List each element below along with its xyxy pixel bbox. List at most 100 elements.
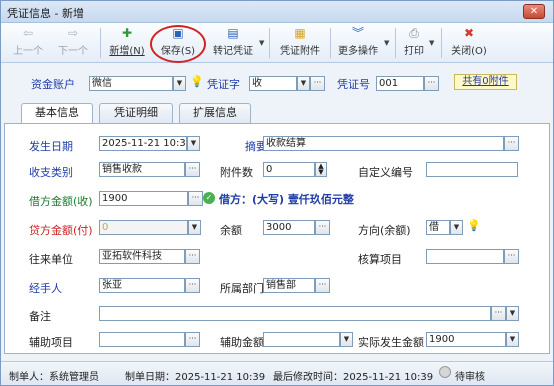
balance-label: 余额 bbox=[220, 224, 242, 237]
aux-item-label: 辅助项目 bbox=[29, 336, 73, 349]
more-actions-button[interactable]: ︾ 更多操作 bbox=[335, 26, 381, 60]
debit-label: 借方金额(收) bbox=[29, 195, 93, 208]
convert-icon: ▤ bbox=[227, 26, 239, 40]
audit-item-label: 核算项目 bbox=[358, 253, 402, 266]
attachments-label: 附件数 bbox=[220, 166, 253, 179]
create-date-text: 制单日期：2025-11-21 10:39 bbox=[125, 372, 266, 383]
aux-item-more-button[interactable]: ··· bbox=[185, 332, 200, 347]
more-dropdown-icon[interactable]: ▼ bbox=[384, 39, 389, 47]
print-button[interactable]: ⎙ 打印 bbox=[401, 26, 427, 60]
prev-label: 上一个 bbox=[13, 46, 43, 57]
direction-dropdown[interactable]: ▼ bbox=[450, 220, 463, 235]
partner-label: 往来单位 bbox=[29, 253, 73, 266]
next-button[interactable]: ⇨ 下一个 bbox=[53, 26, 93, 60]
add-button[interactable]: ✚ 新增(N) bbox=[105, 26, 149, 60]
category-more-button[interactable]: ··· bbox=[185, 162, 200, 177]
voucher-word-dropdown[interactable]: ▼ bbox=[297, 76, 310, 91]
balance-field[interactable]: 3000 bbox=[263, 220, 315, 235]
close-icon: ✖ bbox=[463, 26, 475, 40]
actual-amount-label: 实际发生金额 bbox=[358, 336, 424, 349]
account-label: 资金账户 bbox=[31, 78, 75, 91]
close-label: 关闭(O) bbox=[451, 46, 487, 57]
arrow-right-icon: ⇨ bbox=[67, 26, 79, 40]
print-label: 打印 bbox=[404, 46, 424, 57]
credit-field[interactable]: 0 bbox=[99, 220, 188, 235]
actual-amount-field[interactable]: 1900 bbox=[426, 332, 506, 347]
balance-more-button[interactable]: ··· bbox=[315, 220, 330, 235]
voucher-no-field[interactable]: 001 bbox=[376, 76, 424, 91]
toolbar-separator bbox=[441, 28, 442, 58]
prev-button[interactable]: ⇦ 上一个 bbox=[9, 26, 47, 60]
convert-voucher-button[interactable]: ▤ 转记凭证 bbox=[209, 26, 257, 60]
aux-amount-dropdown[interactable]: ▼ bbox=[340, 332, 353, 347]
actual-amount-dropdown[interactable]: ▼ bbox=[506, 332, 519, 347]
direction-field[interactable]: 借 bbox=[426, 220, 450, 235]
toolbar-separator bbox=[395, 28, 396, 58]
custom-no-label: 自定义编号 bbox=[358, 166, 413, 179]
convert-label: 转记凭证 bbox=[213, 46, 253, 57]
creator-text: 制单人：系统管理员 bbox=[9, 372, 99, 383]
debit-more-button[interactable]: ··· bbox=[188, 191, 203, 206]
attachment-count-link[interactable]: 共有0附件 bbox=[454, 74, 517, 90]
handler-field[interactable]: 张亚 bbox=[99, 278, 185, 293]
remark-label: 备注 bbox=[29, 310, 51, 323]
attach-label: 凭证附件 bbox=[280, 46, 320, 57]
print-dropdown-icon[interactable]: ▼ bbox=[429, 39, 434, 47]
save-highlight-ring bbox=[150, 25, 206, 63]
window-close-button[interactable]: ✕ bbox=[523, 4, 545, 19]
lightbulb-icon: 💡 bbox=[190, 75, 204, 88]
credit-dropdown[interactable]: ▼ bbox=[188, 220, 201, 235]
account-field[interactable]: 微信 bbox=[89, 76, 173, 91]
attachments-stepper[interactable]: ▲ ▼ bbox=[315, 162, 327, 177]
tab-extended-info[interactable]: 扩展信息 bbox=[179, 103, 251, 123]
category-field[interactable]: 销售收款 bbox=[99, 162, 185, 177]
partner-more-button[interactable]: ··· bbox=[185, 249, 200, 264]
tab-basic-info[interactable]: 基本信息 bbox=[21, 103, 93, 124]
modify-time-text: 最后修改时间：2025-11-21 10:39 bbox=[273, 372, 434, 383]
handler-label: 经手人 bbox=[29, 282, 62, 295]
aux-amount-field[interactable] bbox=[263, 332, 340, 347]
add-icon: ✚ bbox=[121, 26, 133, 40]
toolbar: ⇦ 上一个 ⇨ 下一个 ✚ 新增(N) ▣ 保存(S) ▤ 转记凭证 ▼ ▦ 凭… bbox=[1, 23, 553, 63]
close-button[interactable]: ✖ 关闭(O) bbox=[447, 26, 491, 60]
summary-field[interactable]: 收款结算 bbox=[263, 136, 504, 151]
direction-label: 方向(余额) bbox=[358, 224, 411, 237]
status-bar: 制单人：系统管理员 制单日期：2025-11-21 10:39 最后修改时间：2… bbox=[1, 361, 553, 385]
date-dropdown[interactable]: ▼ bbox=[187, 136, 200, 151]
lightbulb-icon: 💡 bbox=[467, 219, 481, 232]
dept-label: 所属部门 bbox=[220, 282, 264, 295]
aux-item-field[interactable] bbox=[99, 332, 185, 347]
audit-item-field[interactable] bbox=[426, 249, 504, 264]
add-label: 新增(N) bbox=[109, 46, 145, 57]
attachment-icon: ▦ bbox=[294, 26, 306, 40]
credit-label: 贷方金额(付) bbox=[29, 224, 93, 237]
dept-more-button[interactable]: ··· bbox=[315, 278, 330, 293]
category-label: 收支类别 bbox=[29, 166, 73, 179]
voucher-no-more-button[interactable]: ··· bbox=[424, 76, 439, 91]
printer-icon: ⎙ bbox=[409, 26, 419, 40]
title-bar: 凭证信息 - 新增 ✕ bbox=[1, 1, 553, 23]
voucher-word-more-button[interactable]: ··· bbox=[310, 76, 325, 91]
remark-more-button[interactable]: ··· bbox=[491, 306, 506, 321]
audit-item-more-button[interactable]: ··· bbox=[504, 249, 519, 264]
next-label: 下一个 bbox=[58, 46, 88, 57]
voucher-attachment-button[interactable]: ▦ 凭证附件 bbox=[276, 26, 324, 60]
audit-status-badge: 待审核 bbox=[455, 372, 485, 383]
voucher-word-field[interactable]: 收 bbox=[249, 76, 297, 91]
remark-field[interactable] bbox=[99, 306, 491, 321]
amount-in-words: 借方：(大写) 壹仟玖佰元整 bbox=[219, 193, 354, 206]
attachments-field[interactable]: 0 bbox=[263, 162, 315, 177]
partner-field[interactable]: 亚拓软件科技 bbox=[99, 249, 185, 264]
tab-voucher-details[interactable]: 凭证明细 bbox=[99, 103, 173, 123]
summary-more-button[interactable]: ··· bbox=[504, 136, 519, 151]
pending-status-icon bbox=[439, 366, 451, 378]
convert-dropdown-icon[interactable]: ▼ bbox=[259, 39, 264, 47]
handler-more-button[interactable]: ··· bbox=[185, 278, 200, 293]
date-field[interactable]: 2025-11-21 10:39 bbox=[99, 136, 187, 151]
remark-dropdown[interactable]: ▼ bbox=[506, 306, 519, 321]
dept-field[interactable]: 销售部 bbox=[263, 278, 315, 293]
aux-amount-label: 辅助金额 bbox=[220, 336, 264, 349]
debit-field[interactable]: 1900 bbox=[99, 191, 188, 206]
custom-no-field[interactable] bbox=[426, 162, 518, 177]
account-dropdown[interactable]: ▼ bbox=[173, 76, 186, 91]
